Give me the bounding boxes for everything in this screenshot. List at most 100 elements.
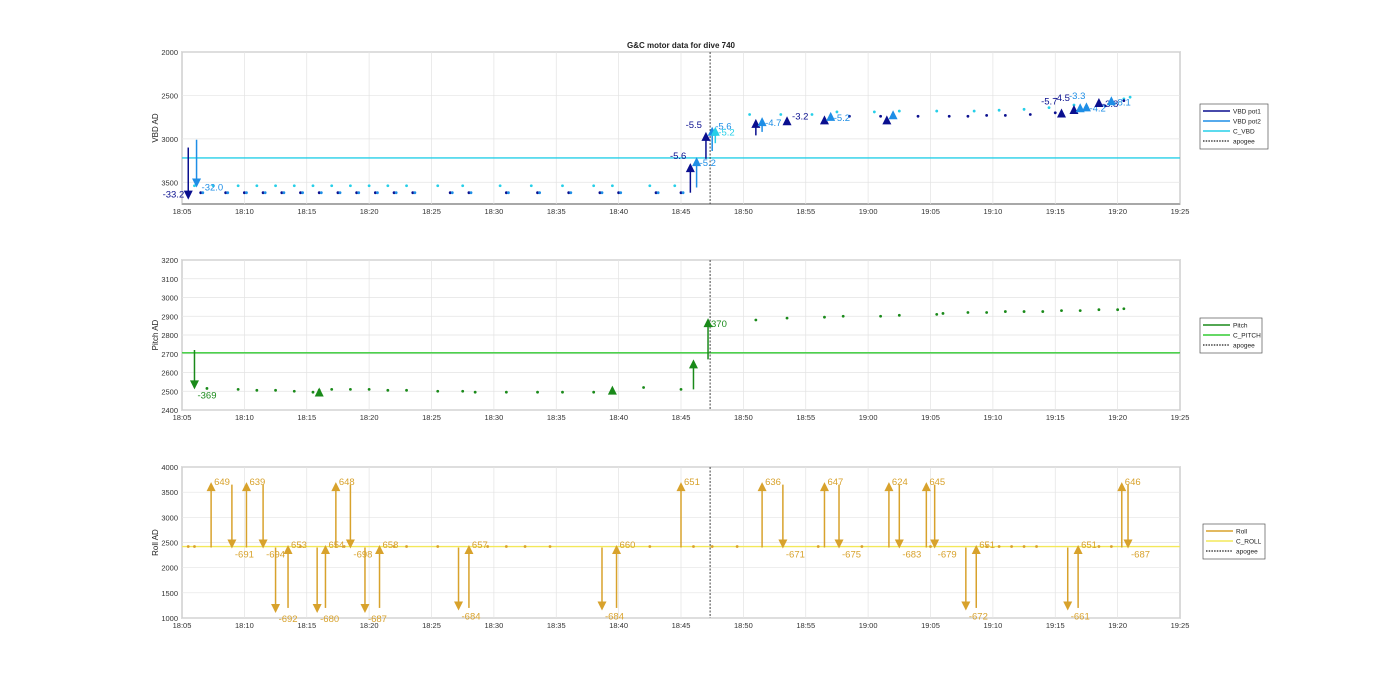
x-tick-label-vbd: 18:45 [672, 207, 691, 216]
x-tick-label-roll: 18:45 [672, 621, 691, 630]
data-point-pitch [330, 387, 334, 391]
arrow-label-roll: 657 [472, 540, 488, 551]
data-point-vbd [935, 109, 939, 113]
panel-roll: 18:05 18:10 18:15 18:20 18:25 18:30 18:35 18:40… [151, 463, 1266, 630]
data-point-pitch [785, 316, 789, 320]
figure-title: G&C motor data for dive 740 [627, 41, 736, 50]
data-point-vbd [592, 184, 596, 188]
data-point-pitch [642, 386, 645, 389]
arrow-label-roll: -684 [462, 611, 481, 622]
data-point-roll [997, 545, 1001, 548]
data-point-vbd [282, 191, 286, 195]
data-point-pitch [461, 389, 465, 393]
data-point-pitch [966, 311, 970, 314]
y-tick-label-vbd: 3500 [161, 178, 178, 187]
x-tick-label-roll: 18:15 [297, 621, 316, 630]
data-point-vbd [1053, 111, 1057, 115]
y-tick-label-vbd: 3000 [161, 135, 178, 144]
data-point-pitch [386, 388, 390, 392]
data-point-vbd [349, 184, 352, 188]
arrow-label-roll: 636 [765, 477, 781, 488]
arrow-label-roll: -672 [969, 611, 988, 622]
x-tick-label-pitch: 18:25 [422, 413, 441, 422]
data-point-roll [1035, 545, 1038, 548]
x-tick-label-pitch: 19:00 [859, 413, 878, 422]
data-point-vbd [872, 110, 876, 114]
data-point-pitch [536, 390, 539, 394]
y-tick-label-roll: 4000 [161, 463, 178, 472]
data-point-pitch [436, 389, 440, 393]
data-point-roll [1010, 545, 1013, 548]
x-tick-label-pitch: 19:25 [1171, 413, 1190, 422]
x-tick-label-roll: 19:00 [859, 621, 878, 630]
legend-entry-vbd: VBD pot2 [1233, 119, 1261, 126]
y-tick-label-roll: 3500 [161, 488, 178, 497]
data-point-pitch [274, 388, 277, 392]
data-point-roll [929, 545, 932, 548]
y-tick-label-roll: 2500 [161, 539, 178, 548]
data-point-vbd [1022, 107, 1026, 111]
x-tick-label-pitch: 18:30 [484, 413, 503, 422]
data-point-vbd [436, 184, 440, 188]
panel-pitch: 18:05 18:10 18:15 18:20 18:25 18:30 18:35 18:40… [151, 256, 1263, 422]
x-tick-label-roll: 19:25 [1171, 621, 1190, 630]
arrow-label-roll: -687 [368, 614, 387, 625]
x-tick-label-pitch: 19:15 [1046, 413, 1065, 422]
x-tick-label-roll: 18:10 [235, 621, 254, 630]
data-point-vbd [330, 184, 334, 188]
arrow-label-roll: -691 [235, 550, 254, 561]
y-tick-label-pitch: 2400 [161, 406, 178, 415]
data-point-pitch [504, 390, 508, 394]
x-tick-label-vbd: 18:55 [796, 207, 815, 216]
data-point-vbd [810, 113, 814, 116]
data-point-vbd [405, 184, 408, 188]
data-point-roll [692, 545, 695, 548]
arrow-label-roll: -680 [320, 614, 339, 625]
y-tick-label-vbd: 2500 [161, 91, 178, 100]
y-tick-label-pitch: 3200 [161, 256, 178, 265]
legend-entry-vbd: VBD pot1 [1233, 109, 1261, 116]
data-point-vbd [681, 191, 685, 195]
x-tick-label-vbd: 19:20 [1108, 207, 1127, 216]
data-point-pitch [292, 389, 296, 393]
y-tick-label-roll: 3000 [161, 513, 178, 522]
arrow-label-roll: 653 [291, 540, 307, 551]
arrow-label-roll: -683 [902, 550, 921, 561]
legend-roll: Roll C_ROLLapogee [1202, 523, 1266, 560]
data-point-vbd [319, 191, 323, 195]
x-tick-label-vbd: 18:30 [484, 207, 503, 216]
data-point-vbd [461, 184, 465, 188]
arrow-label-pitch: -369 [197, 390, 216, 401]
data-point-pitch [561, 390, 564, 394]
data-point-vbd [367, 184, 371, 188]
data-point-vbd [255, 184, 259, 188]
data-point-vbd [916, 114, 920, 118]
x-tick-label-vbd: 18:35 [547, 207, 566, 216]
data-point-roll [504, 545, 508, 548]
arrow-label-vbd: -4.5 [1054, 93, 1070, 104]
arrow-label-roll: 651 [1081, 540, 1097, 551]
x-tick-label-vbd: 18:20 [360, 207, 379, 216]
data-point-vbd [648, 184, 652, 188]
data-point-pitch [935, 312, 939, 316]
data-point-vbd [947, 114, 951, 118]
data-point-roll [1109, 545, 1113, 548]
legend-entry-vbd: apogee [1233, 139, 1255, 146]
legend-vbd: VBD pot1 VBD pot2 C_VBDapogee [1199, 103, 1269, 150]
data-point-pitch [879, 314, 882, 318]
x-tick-label-vbd: 18:25 [422, 207, 441, 216]
data-point-pitch [1116, 308, 1120, 312]
data-point-vbd [386, 184, 390, 188]
x-tick-label-roll: 19:05 [921, 621, 940, 630]
arrow-label-roll: -671 [786, 550, 805, 561]
arrow-label-vbd: -3.3 [1069, 91, 1085, 102]
x-tick-label-vbd: 19:05 [921, 207, 940, 216]
data-point-vbd [561, 184, 564, 188]
data-point-vbd [236, 184, 240, 188]
data-point-vbd [619, 191, 623, 195]
x-tick-label-vbd: 18:05 [173, 207, 192, 216]
data-point-vbd [338, 191, 342, 195]
arrow-label-roll: 660 [620, 540, 636, 551]
arrow-label-vbd: -5.6 [670, 151, 686, 162]
data-point-vbd [779, 113, 783, 116]
